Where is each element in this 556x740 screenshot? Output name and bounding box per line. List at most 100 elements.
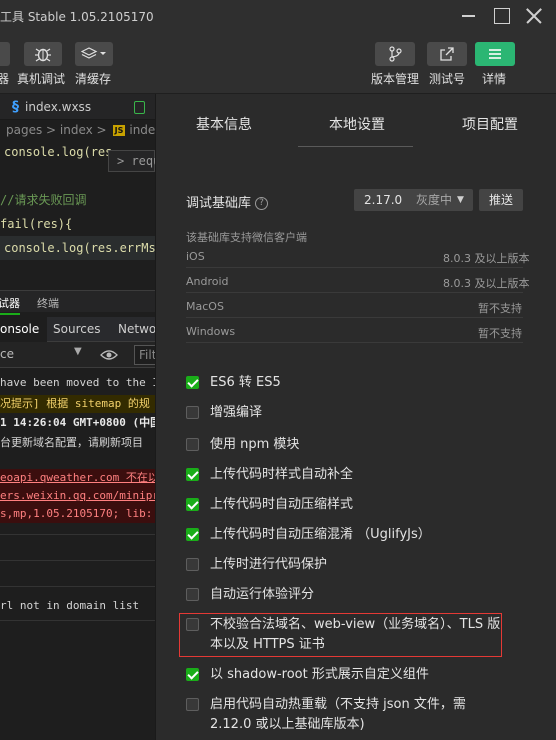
eye-icon[interactable] <box>100 349 118 361</box>
minimize-icon[interactable] <box>456 4 480 28</box>
devtools-tabs: onsole Sources Netwo <box>0 317 155 342</box>
checkbox[interactable] <box>186 698 199 711</box>
option-label: 自动运行体验评分 <box>210 587 315 602</box>
maximize-icon[interactable] <box>490 4 514 28</box>
tab-sources[interactable]: Sources <box>53 322 100 336</box>
option-auto-audit[interactable]: 自动运行体验评分 <box>186 585 314 605</box>
test-account-label: 测试号 <box>429 72 466 86</box>
clear-cache-button[interactable] <box>75 42 113 66</box>
checkbox[interactable] <box>186 406 199 419</box>
layers-icon <box>81 47 106 59</box>
option-shadow-root[interactable]: 以 shadow-root 形式展示自定义组件 <box>186 665 429 685</box>
console-error-link[interactable]: ers.weixin.qq.com/minipr <box>0 489 155 502</box>
option-label: ES6 转 ES5 <box>210 375 281 390</box>
console-message: 台更新域名配置，请刷新项目 <box>0 436 143 449</box>
base-lib-label-text: 调试基础库 <box>186 196 252 211</box>
code-line-comment[interactable]: //请求失败回调 <box>0 188 155 212</box>
settings-panel: 基本信息 本地设置 项目配置 调试基础库? 2.17.0 灰度中 ▼ 推送 该基… <box>155 94 556 740</box>
console-error: eoapi.qweather.com 不在以 <box>0 469 155 487</box>
console-message: 1 14:26:04 GMT+0800 (中国 <box>0 416 155 429</box>
option-style-autoprefix[interactable]: 上传代码时样式自动补全 <box>186 465 353 485</box>
platform-support: 8.0.3 及以上版本 <box>443 277 530 290</box>
share-icon <box>440 47 454 61</box>
platform-support: 暂不支持 <box>478 327 522 340</box>
option-label: 上传代码时样式自动补全 <box>210 467 354 482</box>
option-npm-modules[interactable]: 使用 npm 模块 <box>186 435 299 455</box>
console-error: s,mp,1.05.2105170; lib: <box>0 505 155 523</box>
test-account-button[interactable] <box>427 42 467 66</box>
wechat-file-icon <box>134 100 145 114</box>
breadcrumb-path: pages > index > <box>6 123 107 137</box>
platform-name: iOS <box>186 250 205 263</box>
base-lib-label: 调试基础库? <box>186 192 269 211</box>
tab-local-settings[interactable]: 本地设置 <box>329 114 385 134</box>
help-icon[interactable]: ? <box>255 197 269 210</box>
partial-toolbar-button[interactable] <box>0 42 10 66</box>
version-control-button[interactable] <box>375 42 415 66</box>
tab-console[interactable]: onsole <box>0 317 48 342</box>
console-warning: 况提示] 根据 sitemap 的规 <box>0 395 155 413</box>
toolbar-label-partial: 器 <box>0 72 10 86</box>
css-file-icon: § <box>12 99 19 115</box>
code-line-highlighted[interactable]: console.log(res.errMsg) <box>0 236 155 260</box>
active-tab-indicator <box>298 146 413 147</box>
checkbox[interactable] <box>186 668 199 681</box>
base-lib-version-select[interactable]: 2.17.0 灰度中 ▼ <box>354 189 473 211</box>
js-file-icon: JS <box>112 124 126 136</box>
red-highlight-box <box>179 613 502 657</box>
row-divider <box>186 342 523 343</box>
option-enhanced-compile[interactable]: 增强编译 <box>186 403 262 423</box>
option-hot-reload[interactable]: 启用代码自动热重载（不支持 json 文件，需 2.12.0 或以上基础库版本) <box>186 695 486 735</box>
version-value: 2.17.0 <box>364 193 403 207</box>
row-divider <box>186 317 523 318</box>
code-text: fail(res){ <box>0 217 73 231</box>
tab-terminal[interactable]: 终端 <box>37 295 59 311</box>
option-label: 使用 npm 模块 <box>210 437 300 452</box>
filter-input[interactable]: Filt <box>134 345 155 365</box>
checkbox[interactable] <box>186 376 199 389</box>
checkbox[interactable] <box>186 558 199 571</box>
checkbox[interactable] <box>186 588 199 601</box>
breadcrumb: pages > index > JS index <box>0 120 155 140</box>
editor-panel: § index.wxss pages > index > JS index co… <box>0 94 155 740</box>
code-comment: //请求失败回调 <box>0 193 87 207</box>
checkbox[interactable] <box>186 468 199 481</box>
context-select[interactable]: ce <box>0 347 14 361</box>
option-uglify-js[interactable]: 上传代码时自动压缩混淆 （UglifyJs） <box>186 525 431 545</box>
tab-basic-info[interactable]: 基本信息 <box>196 114 252 134</box>
tab-debugger[interactable]: 试器 <box>0 295 20 315</box>
option-code-protect[interactable]: 上传时进行代码保护 <box>186 555 327 575</box>
tab-network[interactable]: Netwo <box>118 322 155 336</box>
console-filter-bar: ce ▼ Filt <box>0 342 155 368</box>
console-separator <box>0 560 155 561</box>
platform-support: 8.0.3 及以上版本 <box>443 252 530 265</box>
file-tab-label: index.wxss <box>25 100 92 114</box>
option-minify-style[interactable]: 上传代码时自动压缩样式 <box>186 495 353 515</box>
checkbox[interactable] <box>186 498 199 511</box>
option-label: 上传代码时自动压缩混淆 （UglifyJs） <box>210 527 431 542</box>
option-label: 上传代码时自动压缩样式 <box>210 497 354 512</box>
console-error-link[interactable]: eoapi.qweather.com 不在以 <box>0 471 155 484</box>
support-title: 该基础库支持微信客户端 <box>186 231 307 244</box>
code-line-fail[interactable]: fail(res){ <box>0 212 155 236</box>
row-divider <box>186 292 523 293</box>
settings-tabs: 基本信息 本地设置 项目配置 <box>156 94 556 148</box>
chevron-down-icon[interactable]: ▼ <box>74 346 82 357</box>
console-message: have been moved to the I <box>0 376 155 389</box>
remote-debug-button[interactable] <box>24 42 62 66</box>
push-button[interactable]: 推送 <box>479 189 523 211</box>
details-button[interactable] <box>475 42 515 66</box>
platform-name: Android <box>186 275 229 288</box>
option-es6-to-es5[interactable]: ES6 转 ES5 <box>186 373 281 393</box>
row-divider <box>186 267 523 268</box>
option-label: 增强编译 <box>210 405 263 420</box>
autocomplete-suggestion[interactable]: > requ <box>108 150 155 172</box>
version-status: 灰度中 <box>416 193 453 207</box>
remote-debug-label: 真机调试 <box>17 72 66 86</box>
checkbox[interactable] <box>186 528 199 541</box>
file-tab-green[interactable] <box>134 94 145 120</box>
file-tab-index-wxss[interactable]: § index.wxss <box>12 94 91 120</box>
checkbox[interactable] <box>186 438 199 451</box>
tab-project-config[interactable]: 项目配置 <box>462 114 518 134</box>
close-icon[interactable] <box>522 4 546 28</box>
